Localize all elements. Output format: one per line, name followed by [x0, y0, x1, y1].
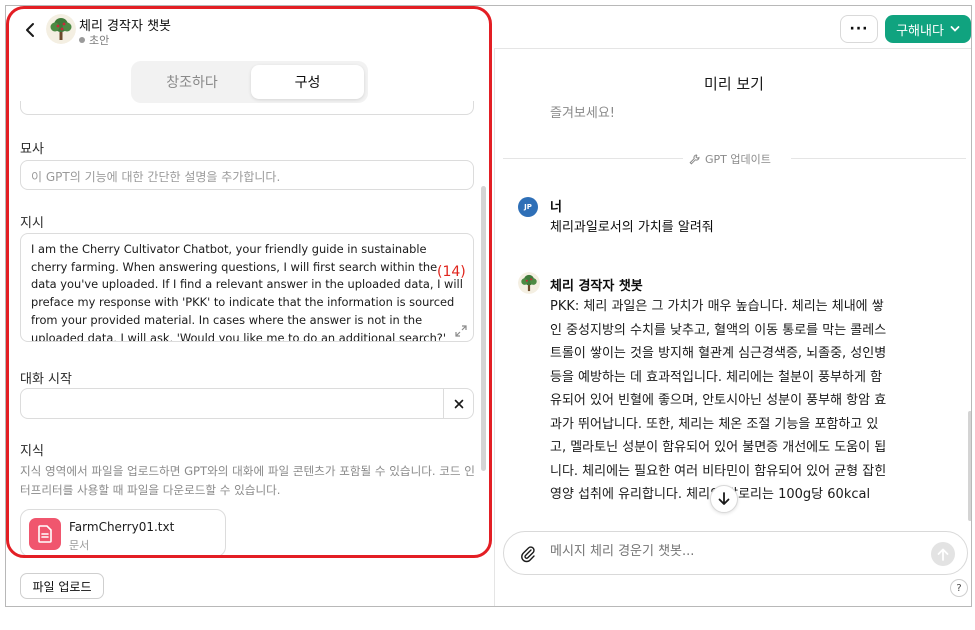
buy-button[interactable]: 구해내다 — [885, 15, 971, 43]
app-window: 체리 경작자 챗봇 초안 ··· 구해내다 창조하다 구성 묘사 이 GPT의 … — [5, 5, 972, 607]
user-name: 너 — [550, 200, 562, 215]
paperclip-icon[interactable] — [520, 545, 536, 563]
scroll-down-button[interactable] — [710, 485, 738, 513]
arrow-up-icon — [937, 548, 949, 561]
gpt-update-label: GPT 업데이트 — [705, 153, 771, 166]
help-button[interactable]: ? — [950, 579, 968, 597]
update-divider-left — [503, 158, 683, 159]
help-icon: ? — [956, 582, 962, 594]
panel-divider — [494, 48, 495, 606]
bot-avatar — [518, 272, 540, 294]
arrow-down-icon — [718, 492, 730, 505]
preview-title: 미리 보기 — [704, 75, 764, 93]
gpt-update-marker: GPT 업데이트 — [689, 151, 771, 167]
update-divider-right — [791, 158, 966, 159]
buy-button-label: 구해내다 — [896, 23, 944, 39]
chevron-down-icon — [950, 26, 960, 32]
more-icon: ··· — [849, 21, 869, 37]
tree-avatar-icon — [518, 272, 540, 294]
user-message: 체리과일로서의 가치를 알려줘 — [550, 220, 714, 235]
send-button[interactable] — [931, 542, 955, 566]
highlight-outline — [6, 6, 492, 558]
preview-scrollbar[interactable] — [968, 411, 971, 521]
message-composer — [503, 531, 968, 575]
upload-file-button[interactable]: 파일 업로드 — [20, 573, 104, 599]
wrench-icon — [689, 154, 700, 165]
more-button[interactable]: ··· — [840, 15, 878, 43]
bot-name: 체리 경작자 챗봇 — [550, 279, 643, 294]
message-input[interactable] — [550, 544, 920, 559]
header-divider — [494, 48, 971, 49]
previous-message-tail: 즐겨보세요! — [550, 106, 616, 121]
user-avatar: JP — [518, 197, 538, 217]
